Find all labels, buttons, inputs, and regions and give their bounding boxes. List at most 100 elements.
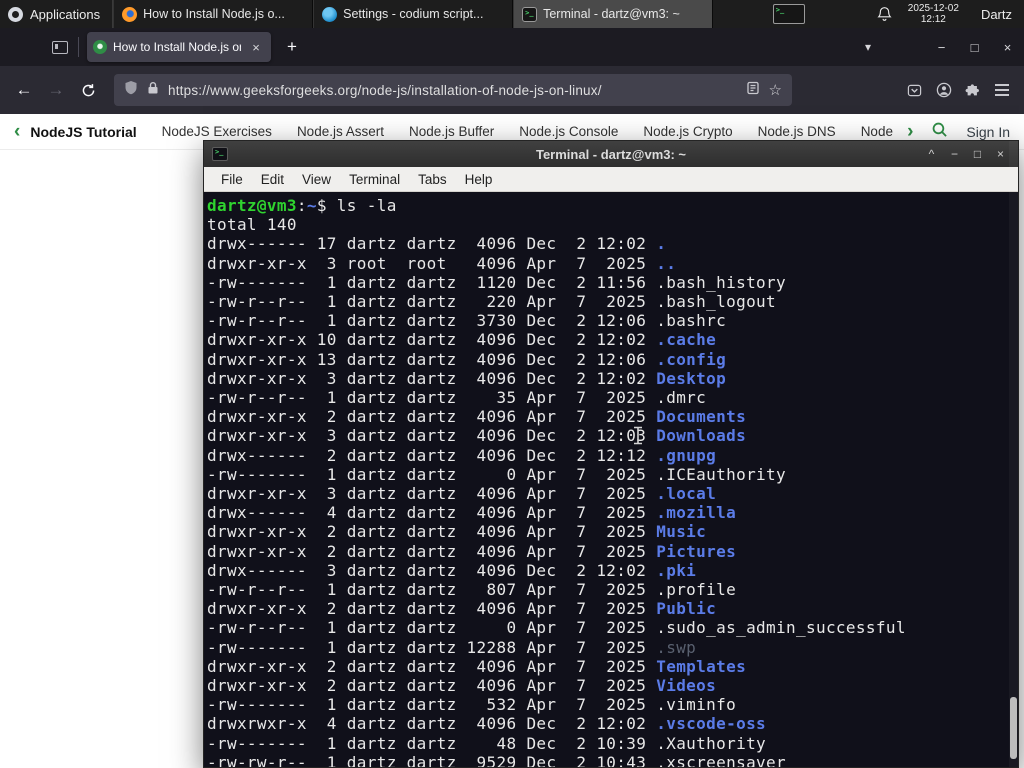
nav-scroll-right-icon[interactable]: › bbox=[907, 122, 913, 141]
browser-tab[interactable]: How to Install Node.js on × bbox=[87, 32, 271, 62]
site-nav-link[interactable]: Node.js Crypto bbox=[643, 124, 732, 139]
file-meta: -rw------- 1 dartz dartz 0 Apr 7 2025 bbox=[207, 464, 657, 484]
file-name: Public bbox=[656, 599, 717, 619]
taskbar-window-firefox[interactable]: How to Install Node.js o... bbox=[113, 0, 314, 28]
terminal-line: drwx------ 3 dartz dartz 4096 Dec 2 12:0… bbox=[207, 561, 1018, 580]
gfg-favicon bbox=[93, 40, 107, 54]
taskbar-window-codium[interactable]: Settings - codium script... bbox=[313, 0, 514, 28]
file-meta: drwxr-xr-x 2 dartz dartz 4096 Apr 7 2025 bbox=[207, 599, 657, 619]
site-nav-link[interactable]: NodeJS Tutorial bbox=[30, 124, 136, 140]
terminal-menu-file[interactable]: File bbox=[212, 172, 252, 187]
site-nav-link[interactable]: NodeJS Exercises bbox=[162, 124, 272, 139]
terminal-line: drwxr-xr-x 2 dartz dartz 4096 Apr 7 2025… bbox=[207, 407, 1018, 426]
taskbar-window-terminal[interactable]: Terminal - dartz@vm3: ~ bbox=[513, 0, 714, 28]
terminal-menu-terminal[interactable]: Terminal bbox=[340, 172, 409, 187]
terminal-menu-help[interactable]: Help bbox=[456, 172, 502, 187]
new-tab-button[interactable]: + bbox=[279, 34, 305, 60]
reload-button[interactable] bbox=[72, 74, 104, 106]
terminal-titlebar[interactable]: Terminal - dartz@vm3: ~ ^ − □ × bbox=[204, 141, 1018, 167]
file-name: .vscode-oss bbox=[656, 714, 767, 734]
site-nav-link[interactable]: Node.js Assert bbox=[297, 124, 384, 139]
file-meta: drwx------ 17 dartz dartz 4096 Dec 2 12:… bbox=[207, 234, 657, 254]
file-name: .sudo_as_admin_successful bbox=[656, 618, 906, 638]
applications-menu-button[interactable]: Applications bbox=[0, 0, 112, 28]
terminal-menu-tabs[interactable]: Tabs bbox=[409, 172, 456, 187]
file-meta: -rw-r--r-- 1 dartz dartz 0 Apr 7 2025 bbox=[207, 618, 657, 638]
terminal-menu-view[interactable]: View bbox=[293, 172, 340, 187]
reader-mode-icon[interactable] bbox=[746, 81, 760, 100]
back-button[interactable]: ← bbox=[8, 74, 40, 106]
extensions-icon[interactable] bbox=[958, 75, 987, 105]
list-all-tabs-icon[interactable]: ▾ bbox=[855, 40, 881, 54]
terminal-minimize-button[interactable]: − bbox=[945, 145, 964, 164]
file-name: .bashrc bbox=[656, 311, 727, 331]
file-meta: -rw------- 1 dartz dartz 1120 Dec 2 11:5… bbox=[207, 272, 657, 292]
pocket-icon[interactable] bbox=[900, 75, 929, 105]
file-name: .profile bbox=[656, 580, 737, 600]
file-name: .ICEauthority bbox=[656, 464, 787, 484]
terminal-close-button[interactable]: × bbox=[991, 145, 1010, 164]
firefox-view-icon[interactable] bbox=[48, 36, 72, 58]
file-name: .Xauthority bbox=[656, 733, 767, 753]
tab-close-icon[interactable]: × bbox=[247, 40, 265, 55]
terminal-line: drwx------ 4 dartz dartz 4096 Apr 7 2025… bbox=[207, 503, 1018, 522]
file-meta: -rw-r--r-- 1 dartz dartz 3730 Dec 2 12:0… bbox=[207, 311, 657, 331]
terminal-line: drwxr-xr-x 3 dartz dartz 4096 Dec 2 12:0… bbox=[207, 426, 1018, 445]
terminal-title: Terminal - dartz@vm3: ~ bbox=[535, 146, 687, 162]
site-nav-link[interactable]: Node.js Buffer bbox=[409, 124, 494, 139]
forward-button[interactable]: → bbox=[40, 74, 72, 106]
terminal-line: -rw-r--r-- 1 dartz dartz 807 Apr 7 2025 … bbox=[207, 580, 1018, 599]
terminal-shade-button[interactable]: ^ bbox=[922, 145, 941, 164]
terminal-output[interactable]: dartz@vm3:~$ ls -la total 140 drwx------… bbox=[204, 192, 1018, 767]
file-meta: drwx------ 3 dartz dartz 4096 Dec 2 12:0… bbox=[207, 560, 657, 580]
nav-scroll-left-icon[interactable]: ‹ bbox=[14, 122, 20, 141]
terminal-menubar: File Edit View Terminal Tabs Help bbox=[204, 167, 1018, 192]
clock-time: 12:12 bbox=[920, 14, 946, 25]
terminal-app-icon bbox=[212, 147, 228, 161]
file-meta: -rw------- 1 dartz dartz 12288 Apr 7 202… bbox=[207, 637, 657, 657]
tracking-protection-shield-icon[interactable] bbox=[124, 80, 138, 100]
menu-hamburger-icon[interactable] bbox=[987, 75, 1016, 105]
terminal-line: drwx------ 2 dartz dartz 4096 Dec 2 12:1… bbox=[207, 446, 1018, 465]
file-name: Desktop bbox=[656, 368, 727, 388]
file-meta: drwxr-xr-x 2 dartz dartz 4096 Apr 7 2025 bbox=[207, 522, 657, 542]
applications-menu-icon bbox=[8, 6, 23, 22]
browser-close-button[interactable]: × bbox=[991, 28, 1024, 66]
prompt-symbol: $ bbox=[316, 196, 337, 215]
file-name: Templates bbox=[656, 656, 747, 676]
account-icon[interactable] bbox=[929, 75, 958, 105]
bookmark-star-icon[interactable]: ☆ bbox=[769, 81, 782, 99]
url-bar[interactable]: https://www.geeksforgeeks.org/node-js/in… bbox=[114, 74, 792, 106]
codium-icon bbox=[322, 6, 338, 22]
file-name: Documents bbox=[656, 407, 747, 427]
terminal-maximize-button[interactable]: □ bbox=[968, 145, 987, 164]
clock-date: 2025-12-02 bbox=[907, 2, 959, 14]
file-name: .swp bbox=[656, 637, 697, 657]
sign-in-button[interactable]: Sign In bbox=[966, 124, 1010, 140]
site-nav-link[interactable]: Node.js DNS bbox=[758, 124, 836, 139]
file-meta: drwxr-xr-x 2 dartz dartz 4096 Apr 7 2025 bbox=[207, 541, 657, 561]
file-name: Pictures bbox=[656, 541, 737, 561]
terminal-scrollbar[interactable] bbox=[1009, 141, 1018, 767]
file-name: Downloads bbox=[656, 426, 747, 446]
lock-icon[interactable] bbox=[147, 81, 159, 100]
file-name: .dmrc bbox=[656, 388, 707, 408]
site-nav-link[interactable]: Node.js Console bbox=[519, 124, 618, 139]
tab-title: How to Install Node.js on bbox=[113, 40, 241, 54]
site-nav-links: NodeJS Tutorial NodeJS Exercises Node.js A… bbox=[26, 124, 897, 140]
terminal-line: drwxr-xr-x 2 dartz dartz 4096 Apr 7 2025… bbox=[207, 676, 1018, 695]
file-meta: drwx------ 4 dartz dartz 4096 Apr 7 2025 bbox=[207, 503, 657, 523]
notification-bell-icon[interactable] bbox=[877, 6, 892, 22]
browser-maximize-button[interactable]: □ bbox=[958, 28, 991, 66]
browser-tab-bar: How to Install Node.js on × + ▾ − □ × bbox=[0, 28, 1024, 66]
url-input[interactable]: https://www.geeksforgeeks.org/node-js/in… bbox=[168, 83, 737, 98]
tray-terminal-icon[interactable] bbox=[772, 4, 805, 24]
browser-minimize-button[interactable]: − bbox=[925, 28, 958, 66]
file-meta: drwxr-xr-x 3 dartz dartz 4096 Dec 2 12:0… bbox=[207, 426, 657, 446]
terminal-line: -rw------- 1 dartz dartz 0 Apr 7 2025 .I… bbox=[207, 465, 1018, 484]
terminal-menu-edit[interactable]: Edit bbox=[252, 172, 293, 187]
file-meta: drwxr-xr-x 13 dartz dartz 4096 Dec 2 12:… bbox=[207, 349, 657, 369]
terminal-scrollbar-thumb[interactable] bbox=[1010, 697, 1017, 759]
file-meta: -rw-r--r-- 1 dartz dartz 220 Apr 7 2025 bbox=[207, 292, 657, 312]
site-nav-link[interactable]: Node bbox=[861, 124, 893, 139]
